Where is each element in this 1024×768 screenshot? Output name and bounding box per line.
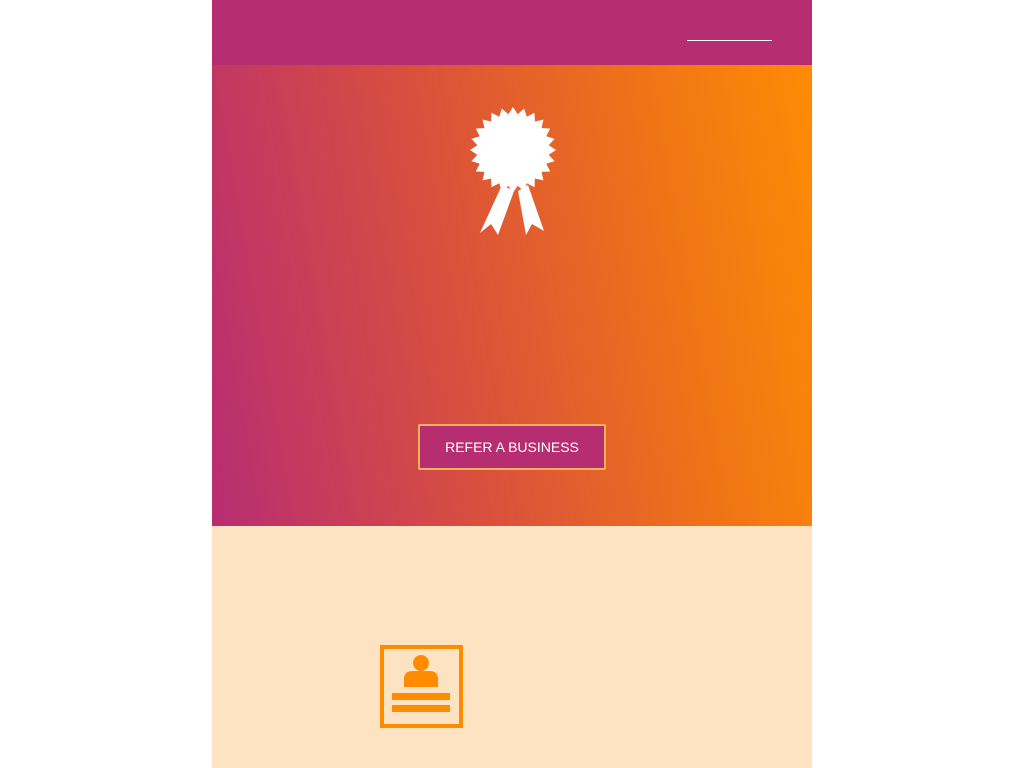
hero-section: REFER A BUSINESS <box>212 65 812 526</box>
lower-section <box>212 526 812 768</box>
contact-card-icon <box>380 645 463 728</box>
top-bar <box>212 0 812 65</box>
refer-a-business-button[interactable]: REFER A BUSINESS <box>418 424 606 470</box>
page: REFER A BUSINESS <box>212 0 812 768</box>
award-ribbon-icon <box>470 107 556 235</box>
nav-link[interactable] <box>687 18 772 41</box>
